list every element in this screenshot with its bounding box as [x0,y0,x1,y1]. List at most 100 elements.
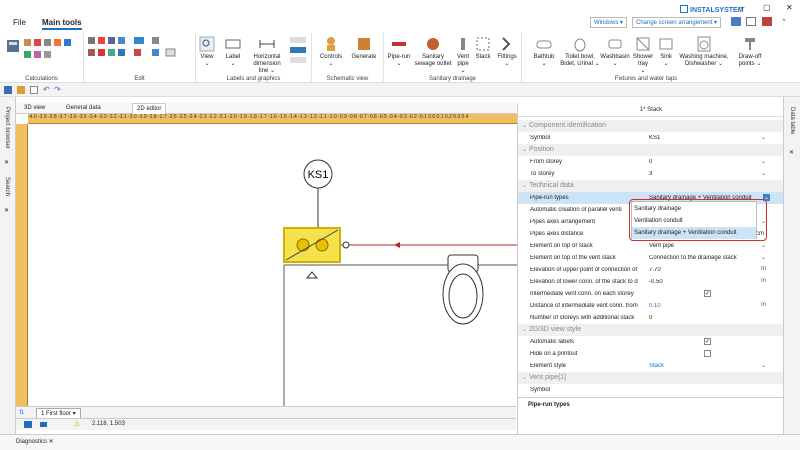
generate-button[interactable]: Generate [348,36,380,61]
warning-icon[interactable]: ⚠ [74,420,80,428]
washing-machine-button[interactable]: Washing machine, Dishwasher ⌄ [678,36,730,68]
close-icon[interactable]: ✕ [4,207,9,214]
property-row[interactable]: Symbol KS1 ⌄ [518,132,784,144]
fittings-button[interactable]: Fittings ⌄ [494,36,520,68]
window-icon[interactable] [746,17,756,26]
checkbox-checked[interactable]: ✓ [704,290,711,297]
grid-icon[interactable] [24,421,32,428]
layout-icon[interactable] [731,17,741,26]
tab-3d-view[interactable]: 3D view [20,103,49,114]
property-row[interactable]: To storey 3 ⌄ [518,168,784,180]
stack-symbol [315,238,329,252]
menu-main-tools[interactable]: Main tools [42,18,82,30]
pipe-run-button[interactable]: Pipe-run ⌄ [386,36,412,68]
vent-pipe-button[interactable]: Vent pipe ⌄ [454,36,472,75]
view-button[interactable]: View ⌄ [196,36,218,68]
shower-button[interactable]: Shower tray ⌄ [630,36,656,75]
calculator-icon[interactable] [6,39,20,53]
group-label-edit: Edit [134,76,145,82]
controls-button[interactable]: Controls ⌄ [316,36,346,68]
horizontal-dimension-button[interactable]: Horizontal dimension line ⌄ [248,36,286,75]
sink-button[interactable]: Sink ⌄ [656,36,676,68]
minimize-button[interactable]: – [740,3,744,12]
floor-up-icon[interactable]: ⇅ [19,409,24,416]
unit-m: m [761,278,766,284]
text-format-icon[interactable] [290,37,308,67]
panel-title: 1* Stack [518,103,784,117]
unit-m: m [761,266,766,272]
new-icon[interactable] [30,86,38,94]
close-icon[interactable]: ✕ [4,159,9,166]
chevron-down-icon[interactable]: ⌄ [761,158,766,165]
pipe-end-icon [342,241,350,249]
sink-icon [659,38,673,50]
drawing-canvas[interactable]: KS1 [28,124,517,406]
help-icon[interactable] [762,17,772,26]
property-row[interactable]: Elevation of lower conn. of the stack to… [518,276,784,288]
tab-general-data[interactable]: General data [62,103,105,114]
close-icon[interactable]: ✕ [789,149,794,156]
maximize-button[interactable]: ▢ [763,3,771,12]
checkbox-unchecked[interactable] [704,350,711,357]
redo-icon[interactable]: ↷ [54,85,61,94]
bathtub-button[interactable]: Bathtub ⌄ [528,36,560,68]
edit-tools-icon[interactable] [88,37,192,67]
open-icon[interactable] [17,86,25,94]
toilet-button[interactable]: Toilet bowl, Bidet, Urinal ⌄ [560,36,600,68]
calc-tools-icon[interactable] [24,39,80,65]
property-row[interactable]: From storey 0 ⌄ [518,156,784,168]
sanitary-outlet-button[interactable]: Sanitary sewage outlet [414,36,452,68]
rotate-handle-icon[interactable] [305,271,319,279]
chevron-down-icon[interactable]: ⌄ [761,134,766,141]
chevron-down-icon[interactable]: ⌄ [761,170,766,177]
tab-2d-editor[interactable]: 2D editor [132,103,167,114]
property-row[interactable]: Element on top of the vent stack Connecti… [518,252,784,264]
chevron-down-icon[interactable]: ⌄ [761,254,766,261]
status-bar: ⚠ 2.118, 1.503 [16,418,516,430]
property-row[interactable]: Hide on a printout [518,348,784,360]
close-button[interactable]: ✕ [786,3,793,12]
collapse-ribbon-icon[interactable]: ⌃ [781,18,787,26]
right-sidebar: Data table ✕ [783,97,800,434]
checkbox-checked[interactable]: ✓ [704,338,711,345]
draw-off-button[interactable]: Draw-off points ⌄ [732,36,768,68]
arrangement-dropdown[interactable]: Change screen arrangement ▾ [632,17,722,28]
project-browser-tab[interactable]: Project browser [4,107,10,149]
group-label-sanitary: Sanitary drainage [428,76,477,82]
data-table-tab[interactable]: Data table [789,107,795,134]
person-icon [327,37,335,51]
property-row[interactable]: Symbol [518,384,784,396]
vertical-ruler [16,124,28,406]
section-vent-pipe[interactable]: ⌄ Vent pipe[1] [518,372,784,384]
section-view-style[interactable]: ⌄ 2D/3D view style [518,324,784,336]
search-tab[interactable]: Search [4,177,10,196]
property-row[interactable]: Automatic labels ✓ [518,336,784,348]
property-row[interactable]: Distance of intermediate vent conn. from… [518,300,784,312]
label-button[interactable]: Label ⌄ [220,36,246,68]
section-component[interactable]: ⌄ Component identification [518,120,784,132]
property-row[interactable]: Number of storeys with additional stack 0 [518,312,784,324]
stack-button[interactable]: Stack [474,36,492,61]
chevron-down-icon[interactable]: ⌄ [761,242,766,249]
group-labels: View ⌄ Label ⌄ Horizontal dimension line ⌄… [196,33,312,83]
ruler-labels: -4.0 -3.9 -3.8 -3.7 -3.6 -3.5 -3.4 -3.3 … [28,114,469,120]
floor-bar: ⇅ 1 First floor ▾ [16,406,516,419]
chevron-down-icon[interactable]: ⌄ [761,362,766,369]
washbasin-button[interactable]: Washbasin ⌄ [600,36,630,68]
windows-dropdown[interactable]: Windows ▾ [590,17,628,28]
diagnostics-tab[interactable]: Diagnostics ✕ [16,438,54,445]
pipe-icon [392,42,406,46]
property-row[interactable]: Elevation of upper point of connection o… [518,264,784,276]
property-row[interactable]: Element style Stack ⌄ [518,360,784,372]
property-row[interactable]: Element on top of stack Vent pipe ⌄ [518,240,784,252]
menu-file[interactable]: File [13,18,26,27]
section-position[interactable]: ⌄ Position [518,144,784,156]
snap-icon[interactable] [40,422,47,427]
save-icon[interactable] [4,86,12,94]
property-description: Pipe-run types [518,397,784,434]
group-label-calculations: Calculations [25,76,58,82]
undo-icon[interactable]: ↶ [43,85,50,94]
shower-icon [636,37,650,51]
property-row[interactable]: Intermediate vent conn. on each storey ✓ [518,288,784,300]
section-technical[interactable]: ⌄ Technical data [518,180,784,192]
